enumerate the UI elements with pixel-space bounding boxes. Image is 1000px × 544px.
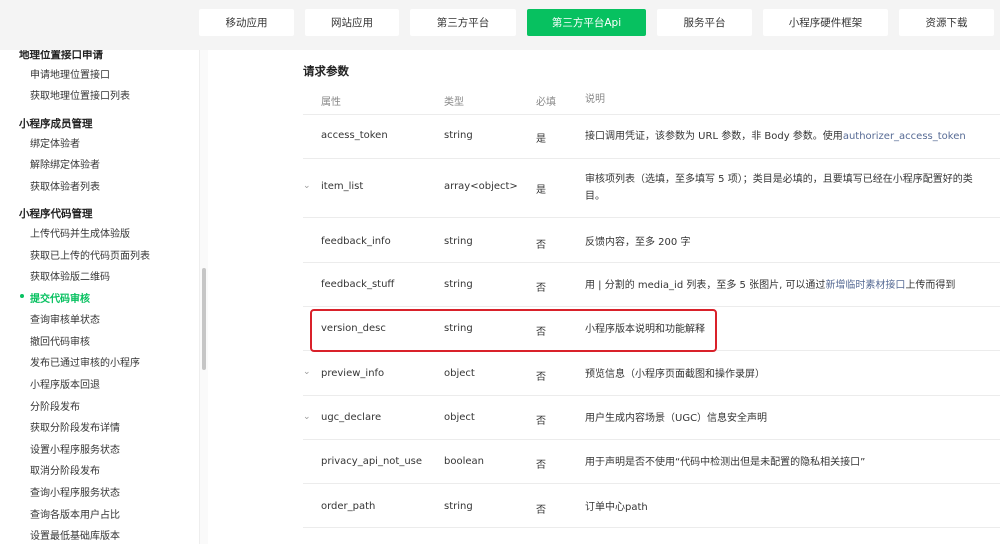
access-token-link[interactable]: authorizer_access_token bbox=[843, 131, 966, 142]
sidebar-item[interactable]: 获取体验者列表 bbox=[30, 178, 100, 193]
param-desc: 审核项列表（选填，至多填写 5 项）；类目是必填的，且要填写已经在小程序配置好的… bbox=[585, 174, 973, 202]
param-type: string bbox=[444, 501, 473, 512]
nav-resource-download[interactable]: 资源下载 bbox=[899, 9, 994, 36]
active-dot-icon bbox=[20, 294, 24, 298]
sidebar-item[interactable]: 取消分阶段发布 bbox=[30, 462, 100, 477]
column-header-name: 属性 bbox=[321, 97, 341, 108]
param-desc: 用于声明是否不使用“代码中检测出但是未配置的隐私相关接口” bbox=[585, 457, 866, 468]
param-type: array<object> bbox=[444, 181, 518, 192]
nav-miniprogram-hardware[interactable]: 小程序硬件框架 bbox=[763, 9, 888, 36]
table-row: order_path string 否 订单中心path bbox=[303, 484, 1000, 528]
sidebar-item[interactable]: 上传代码并生成体验版 bbox=[30, 225, 130, 240]
nav-third-party[interactable]: 第三方平台 bbox=[410, 9, 516, 36]
sidebar-item[interactable]: 获取已上传的代码页面列表 bbox=[30, 247, 150, 262]
table-row: ⌄ ugc_declare object 否 用户生成内容场景（UGC）信息安全… bbox=[303, 396, 1000, 440]
chevron-down-icon[interactable]: ⌄ bbox=[303, 181, 311, 191]
param-desc: 接口调用凭证，该参数为 URL 参数，非 Body 参数。使用authorize… bbox=[585, 128, 975, 145]
table-row: ⌄ item_list array<object> 是 审核项列表（选填，至多填… bbox=[303, 159, 1000, 218]
param-required: 否 bbox=[536, 283, 546, 294]
param-type: object bbox=[444, 412, 475, 423]
column-header-desc: 说明 bbox=[585, 94, 605, 105]
section-title: 请求参数 bbox=[303, 64, 349, 78]
param-name: item_list bbox=[321, 181, 364, 192]
sidebar-item[interactable]: 发布已通过审核的小程序 bbox=[30, 354, 140, 369]
param-name: privacy_api_not_use bbox=[321, 456, 423, 467]
sidebar-item[interactable]: 获取分阶段发布详情 bbox=[30, 419, 120, 434]
param-required: 否 bbox=[536, 372, 546, 383]
sidebar-item[interactable]: 绑定体验者 bbox=[30, 135, 80, 150]
param-name: feedback_stuff bbox=[321, 279, 395, 290]
table-row: ⌄ preview_info object 否 预览信息（小程序页面截图和操作录… bbox=[303, 351, 1000, 396]
column-header-required: 必填 bbox=[536, 97, 556, 108]
param-required: 否 bbox=[536, 416, 546, 427]
column-header-type: 类型 bbox=[444, 97, 464, 108]
param-name: feedback_info bbox=[321, 236, 391, 247]
sidebar-item[interactable]: 查询各版本用户占比 bbox=[30, 506, 120, 521]
sidebar-group-code: 小程序代码管理 bbox=[19, 208, 93, 220]
param-desc: 订单中心path bbox=[585, 502, 648, 513]
param-name: order_path bbox=[321, 501, 376, 512]
param-name: preview_info bbox=[321, 368, 385, 379]
sidebar-item[interactable]: 设置小程序服务状态 bbox=[30, 441, 120, 456]
param-type: string bbox=[444, 130, 473, 141]
param-required: 否 bbox=[536, 505, 546, 516]
sidebar-item[interactable]: 分阶段发布 bbox=[30, 398, 80, 413]
param-required: 否 bbox=[536, 460, 546, 471]
sidebar-item[interactable]: 设置最低基础库版本 bbox=[30, 527, 120, 542]
table-row: access_token string 是 接口调用凭证，该参数为 URL 参数… bbox=[303, 115, 1000, 159]
sidebar-scrollbar-thumb[interactable] bbox=[202, 268, 206, 370]
sidebar-item[interactable]: 解除绑定体验者 bbox=[30, 156, 100, 171]
param-desc-text: 接口调用凭证，该参数为 URL 参数，非 Body 参数。使用 bbox=[585, 131, 843, 142]
chevron-down-icon[interactable]: ⌄ bbox=[303, 367, 311, 377]
top-nav: 移动应用 网站应用 第三方平台 第三方平台Api 服务平台 小程序硬件框架 资源… bbox=[0, 0, 1000, 50]
sidebar-item[interactable]: 小程序版本回退 bbox=[30, 376, 100, 391]
sidebar-item[interactable]: 申请地理位置接口 bbox=[30, 66, 110, 81]
sidebar-item[interactable]: 查询小程序服务状态 bbox=[30, 484, 120, 499]
param-type: string bbox=[444, 236, 473, 247]
sidebar-list: 地理位置接口申请 申请地理位置接口 获取地理位置接口列表 小程序成员管理 绑定体… bbox=[0, 50, 200, 544]
sidebar-item[interactable]: 获取体验版二维码 bbox=[30, 268, 110, 283]
sidebar-item[interactable]: 获取地理位置接口列表 bbox=[30, 87, 130, 102]
param-required: 否 bbox=[536, 240, 546, 251]
param-desc: 用户生成内容场景（UGC）信息安全声明 bbox=[585, 413, 768, 424]
param-desc-text: 用 | 分割的 media_id 列表，至多 5 张图片, 可以通过 bbox=[585, 280, 826, 291]
highlight-box bbox=[310, 309, 717, 352]
param-desc-text-after: 上传而得到 bbox=[905, 280, 956, 291]
param-type: boolean bbox=[444, 456, 484, 467]
nav-service-platform[interactable]: 服务平台 bbox=[657, 9, 752, 36]
sidebar-group-location: 地理位置接口申请 bbox=[19, 50, 103, 61]
param-desc: 预览信息（小程序页面截图和操作录屏） bbox=[585, 369, 765, 380]
param-required: 是 bbox=[536, 134, 546, 145]
nav-website-app[interactable]: 网站应用 bbox=[305, 9, 399, 36]
param-type: object bbox=[444, 368, 475, 379]
sidebar-item[interactable]: 查询审核单状态 bbox=[30, 311, 100, 326]
sidebar-item-active[interactable]: 提交代码审核 bbox=[30, 290, 90, 305]
chevron-down-icon[interactable]: ⌄ bbox=[303, 412, 311, 422]
sidebar: 地理位置接口申请 申请地理位置接口 获取地理位置接口列表 小程序成员管理 绑定体… bbox=[0, 50, 208, 544]
param-desc: 用 | 分割的 media_id 列表，至多 5 张图片, 可以通过新增临时素材… bbox=[585, 277, 975, 294]
param-name: access_token bbox=[321, 130, 388, 141]
nav-third-party-api[interactable]: 第三方平台Api bbox=[527, 9, 646, 36]
sidebar-item[interactable]: 撤回代码审核 bbox=[30, 333, 90, 348]
param-type: string bbox=[444, 279, 473, 290]
sidebar-group-members: 小程序成员管理 bbox=[19, 118, 93, 130]
app-root: 移动应用 网站应用 第三方平台 第三方平台Api 服务平台 小程序硬件框架 资源… bbox=[0, 0, 1000, 544]
param-desc: 反馈内容，至多 200 字 bbox=[585, 237, 691, 248]
param-required: 是 bbox=[536, 185, 546, 196]
table-row: feedback_info string 否 反馈内容，至多 200 字 bbox=[303, 218, 1000, 263]
table-header: 属性 类型 必填 说明 bbox=[303, 83, 1000, 115]
temp-media-upload-link[interactable]: 新增临时素材接口 bbox=[825, 280, 905, 291]
table-row: feedback_stuff string 否 用 | 分割的 media_id… bbox=[303, 263, 1000, 307]
param-name: ugc_declare bbox=[321, 412, 382, 423]
table-row: privacy_api_not_use boolean 否 用于声明是否不使用“… bbox=[303, 440, 1000, 484]
nav-mobile-app[interactable]: 移动应用 bbox=[199, 9, 294, 36]
